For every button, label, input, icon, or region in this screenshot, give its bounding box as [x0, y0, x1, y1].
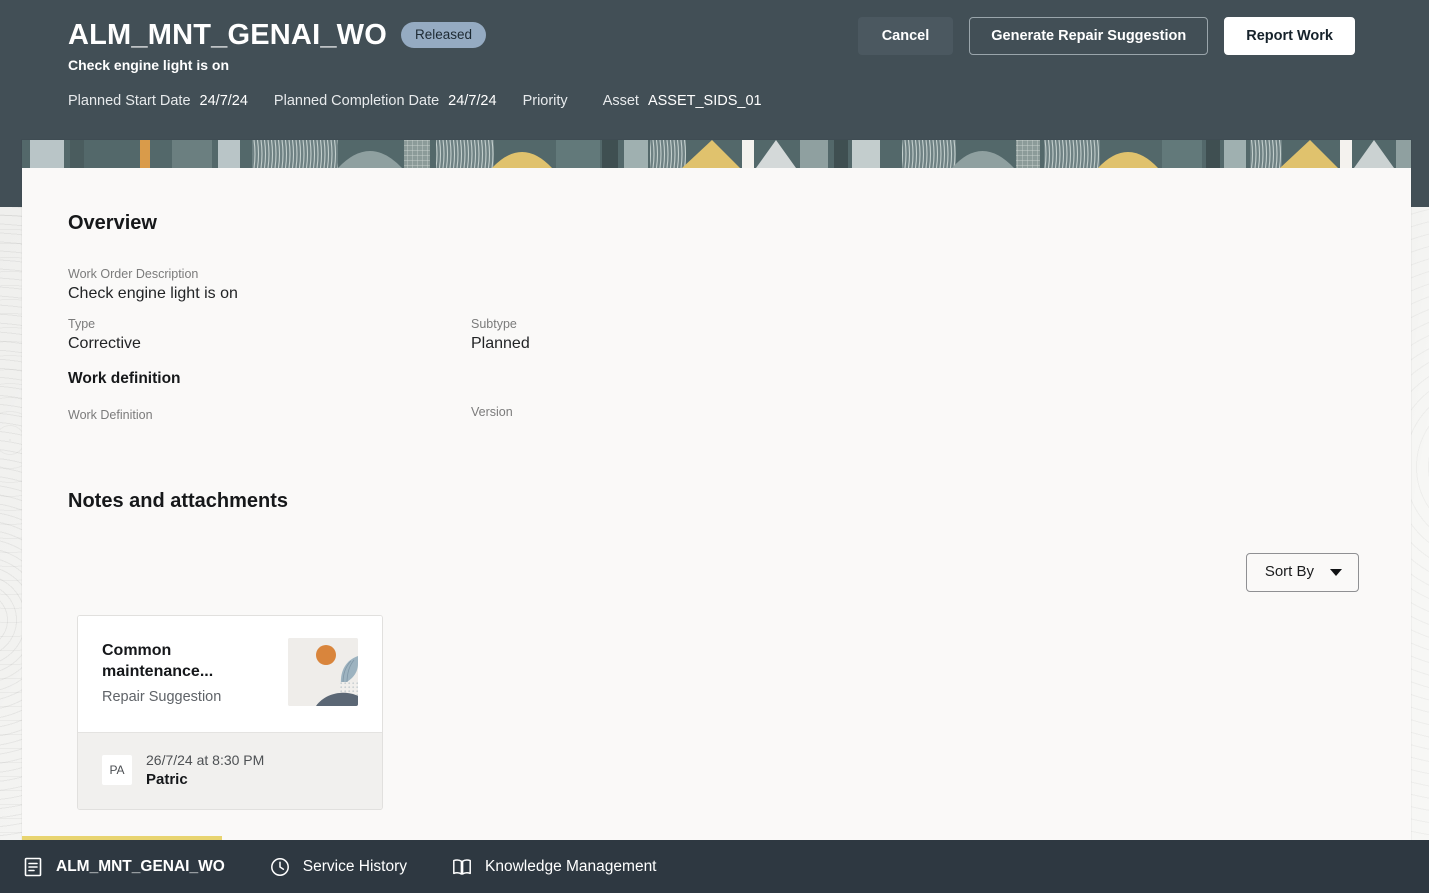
nav-item-service-history[interactable]: Service History [269, 856, 429, 878]
nav-item-label: Service History [302, 858, 408, 875]
nav-item-label: ALM_MNT_GENAI_WO [56, 858, 225, 875]
meta-value: ASSET_SIDS_01 [647, 93, 762, 109]
decorative-banner-image [22, 140, 1411, 168]
field-version: Version [471, 404, 513, 421]
attachment-card[interactable]: Common maintenance... Repair Suggestion [77, 615, 383, 810]
overview-section-title: Overview [68, 212, 157, 234]
attachment-title: Common maintenance... [102, 642, 214, 680]
document-icon [22, 856, 44, 878]
meta-label: Asset [602, 93, 639, 109]
status-badge: Released [401, 22, 487, 48]
attachment-card-header: Common maintenance... Repair Suggestion [78, 616, 382, 732]
meta-planned-start-date: Planned Start Date 24/7/24 [68, 93, 248, 109]
page-title: ALM_MNT_GENAI_WO [68, 19, 387, 51]
field-label: Version [471, 405, 513, 419]
clock-icon [269, 856, 291, 878]
field-value: Check engine light is on [68, 285, 238, 302]
meta-asset: Asset ASSET_SIDS_01 [603, 93, 762, 109]
work-order-title-row: ALM_MNT_GENAI_WO Released [68, 17, 487, 53]
nav-item-work-order[interactable]: ALM_MNT_GENAI_WO [22, 856, 247, 878]
field-value: Planned [471, 335, 530, 352]
notes-section-title: Notes and attachments [68, 490, 289, 512]
work-definition-section-title: Work definition [68, 370, 181, 387]
sort-by-label: Sort By [1264, 563, 1314, 580]
meta-planned-completion-date: Planned Completion Date 24/7/24 [274, 93, 497, 109]
nav-item-label: Knowledge Management [485, 858, 657, 875]
book-icon [451, 856, 473, 878]
attachment-card-footer: PA 26/7/24 at 8:30 PM Patric [78, 732, 382, 809]
work-order-detail-page: ALM_MNT_GENAI_WO Released Check engine l… [0, 0, 1429, 893]
meta-value: 24/7/24 [448, 93, 497, 109]
card-body: Overview Work Order Description Check en… [22, 168, 1411, 840]
attachment-meta: 26/7/24 at 8:30 PM Patric [146, 751, 264, 789]
attachment-subtitle: Repair Suggestion [102, 689, 222, 705]
field-label: Work Definition [68, 408, 153, 422]
work-order-meta-row: Planned Start Date 24/7/24 Planned Compl… [68, 93, 762, 109]
field-label: Work Order Description [68, 267, 199, 281]
nav-item-knowledge-management[interactable]: Knowledge Management [451, 856, 678, 878]
attachment-thumbnail-image [288, 638, 358, 706]
meta-label: Planned Completion Date [273, 93, 440, 109]
work-order-subtitle: Check engine light is on [68, 57, 230, 73]
attachment-author: Patric [146, 771, 188, 788]
field-label: Subtype [471, 317, 517, 331]
meta-label: Priority [522, 93, 568, 109]
sort-by-dropdown[interactable]: Sort By [1245, 553, 1359, 592]
meta-label: Planned Start Date [68, 93, 191, 109]
field-subtype: Subtype Planned [471, 316, 530, 354]
field-label: Type [68, 317, 96, 331]
chevron-down-icon [1330, 568, 1342, 576]
meta-priority: Priority [523, 93, 577, 109]
content-card: Overview Work Order Description Check en… [22, 140, 1411, 840]
field-work-definition: Work Definition [68, 407, 153, 424]
bottom-navigation-bar: ALM_MNT_GENAI_WO Service History Knowled… [0, 840, 1429, 893]
generate-repair-suggestion-button[interactable]: Generate Repair Suggestion [969, 17, 1209, 55]
report-work-button[interactable]: Report Work [1224, 17, 1355, 55]
field-type: Type Corrective [68, 316, 141, 354]
meta-value: 24/7/24 [199, 93, 248, 109]
header-actions: Cancel Generate Repair Suggestion Report… [857, 17, 1355, 55]
attachment-card-texts: Common maintenance... Repair Suggestion [102, 638, 242, 706]
attachment-date: 26/7/24 at 8:30 PM [146, 752, 265, 768]
field-value: Corrective [68, 335, 141, 352]
avatar: PA [102, 755, 132, 785]
cancel-button[interactable]: Cancel [857, 17, 954, 55]
field-work-order-description: Work Order Description Check engine ligh… [68, 266, 238, 304]
